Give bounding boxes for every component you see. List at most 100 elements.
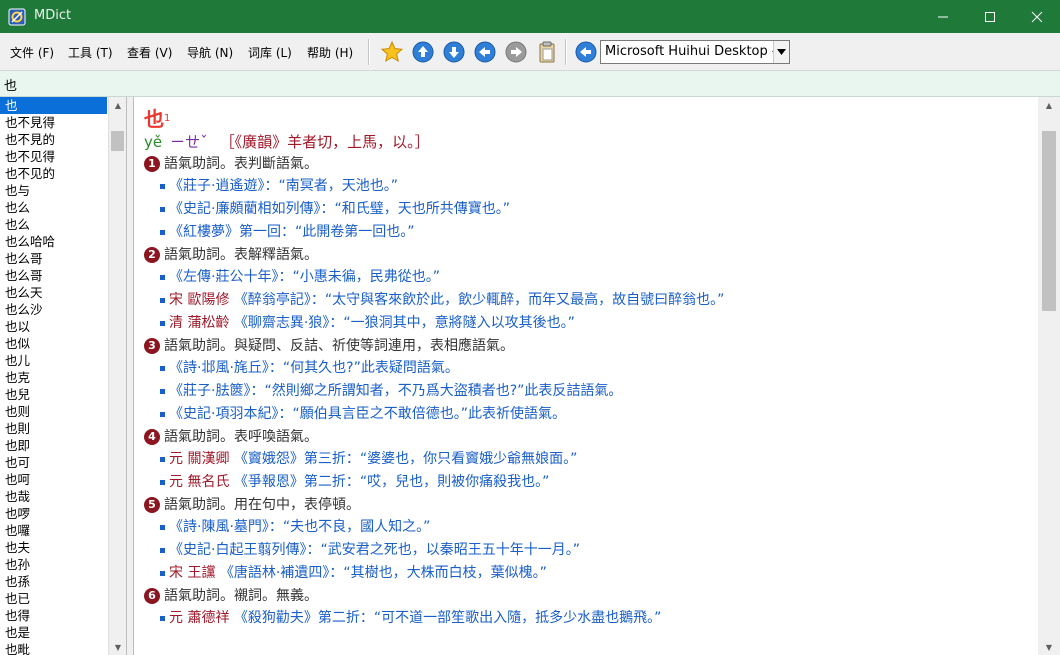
- citation-source[interactable]: 《爭報恩》第二折：: [234, 474, 360, 490]
- word-list-item[interactable]: 也似: [0, 335, 107, 352]
- search-input[interactable]: [4, 74, 1054, 94]
- word-list-item[interactable]: 也不見的: [0, 131, 107, 148]
- title-bar: MDict: [0, 0, 1060, 33]
- word-list-item[interactable]: 也囉: [0, 522, 107, 539]
- mdict-app-icon[interactable]: [8, 8, 26, 26]
- menu-file[interactable]: 文件 (F): [10, 44, 54, 61]
- arrow-up-icon[interactable]: [411, 40, 435, 64]
- word-list-item[interactable]: 也不見得: [0, 114, 107, 131]
- citation-source[interactable]: 《唐語林·補遺四》：: [220, 565, 343, 581]
- word-list-item[interactable]: 也克: [0, 369, 107, 386]
- menu-help[interactable]: 帮助 (H): [307, 44, 353, 61]
- citation-source[interactable]: 《史記·白起王翦列傳》：: [169, 542, 320, 558]
- dictionary-select[interactable]: Microsoft Huihui Desktop - C: [600, 40, 790, 64]
- minimize-button[interactable]: [920, 0, 966, 33]
- close-button[interactable]: [1014, 0, 1060, 33]
- word-list-item[interactable]: 也则: [0, 403, 107, 420]
- word-list-item[interactable]: 也不见的: [0, 165, 107, 182]
- word-list-item[interactable]: 也么天: [0, 284, 107, 301]
- citation-author: 元 關漢卿: [169, 451, 230, 467]
- word-list-item[interactable]: 也孫: [0, 573, 107, 590]
- scrollbar-thumb[interactable]: [1042, 131, 1056, 311]
- arrow-left-icon[interactable]: [473, 40, 497, 64]
- scroll-up-icon[interactable]: ▲: [109, 97, 126, 113]
- menu-library[interactable]: 词库 (L): [248, 44, 292, 61]
- word-list-item[interactable]: 也已: [0, 590, 107, 607]
- word-list-item[interactable]: 也哉: [0, 488, 107, 505]
- menu-view[interactable]: 查看 (V): [127, 44, 172, 61]
- sense-text: 語氣助詞。表呼喚語氣。: [164, 429, 318, 445]
- word-list-item[interactable]: 也毗: [0, 641, 107, 655]
- example-citation: 元 無名氏 《爭報恩》第二折：“哎，兒也，則被你痛殺我也。”: [144, 471, 1039, 494]
- scrollbar-thumb[interactable]: [111, 131, 124, 151]
- word-list-item[interactable]: 也么沙: [0, 301, 107, 318]
- word-list-item[interactable]: 也: [0, 97, 107, 114]
- citation-source[interactable]: 《詩·陳風·墓門》：: [169, 519, 283, 535]
- word-list-item[interactable]: 也即: [0, 437, 107, 454]
- word-list-item[interactable]: 也么: [0, 199, 107, 216]
- menu-tools[interactable]: 工具 (T): [68, 44, 113, 61]
- word-list-item[interactable]: 也可: [0, 454, 107, 471]
- arrow-down-icon[interactable]: [442, 40, 466, 64]
- sense-number-badge: 6: [144, 588, 160, 604]
- word-list-panel: 也也不見得 也不見的 也不见得 也不见的 也与 也么 也么 也么哈哈 也么哥 也么哥 也么天 也么沙也…: [0, 97, 127, 655]
- word-list-item[interactable]: 也与: [0, 182, 107, 199]
- citation-quote: “何其久也?”此表疑問語氣。: [282, 360, 459, 376]
- citation-source[interactable]: 《莊子·胠篋》：: [169, 383, 264, 399]
- speaker-back-icon[interactable]: [574, 40, 598, 64]
- citation-source[interactable]: 《殺狗勸夫》第二折：: [234, 610, 374, 626]
- word-list-item[interactable]: 也不见得: [0, 148, 107, 165]
- word-list-item[interactable]: 也得: [0, 607, 107, 624]
- sense-definition: 3 語氣助詞。與疑問、反詰、祈使等詞連用，表相應語氣。: [144, 335, 1039, 357]
- chevron-down-icon[interactable]: [773, 41, 789, 63]
- word-list-item[interactable]: 也儿: [0, 352, 107, 369]
- arrow-right-icon[interactable]: [504, 40, 528, 64]
- maximize-button[interactable]: [967, 0, 1013, 33]
- bullet-icon: [160, 274, 165, 280]
- headword-text: 也: [144, 107, 164, 131]
- word-list-item[interactable]: 也兒: [0, 386, 107, 403]
- word-list-item[interactable]: 也則: [0, 420, 107, 437]
- scroll-up-icon[interactable]: ▲: [1038, 97, 1060, 113]
- citation-source[interactable]: 《史記·項羽本紀》：: [169, 406, 292, 422]
- word-list-scrollbar[interactable]: ▲ ▼: [108, 97, 126, 655]
- star-icon[interactable]: [380, 40, 404, 64]
- citation-source[interactable]: 《左傳·莊公十年》：: [169, 269, 292, 285]
- citation-source[interactable]: 《史記·廉頗藺相如列傳》：: [169, 201, 334, 217]
- citation-source[interactable]: 《莊子·逍遙遊》：: [169, 178, 278, 194]
- citation-quote: “夫也不良，國人知之。”: [282, 519, 431, 535]
- clipboard-icon[interactable]: [535, 40, 559, 64]
- word-list-item[interactable]: 也孙: [0, 556, 107, 573]
- word-list-item[interactable]: 也是: [0, 624, 107, 641]
- sense-number-badge: 3: [144, 338, 160, 354]
- example-citation: 元 蕭德祥 《殺狗勸夫》第二折：“可不道一部笙歌出入隨，抵多少水盡也鵝飛。”: [144, 607, 1039, 630]
- word-list-item[interactable]: 也啰: [0, 505, 107, 522]
- citation-source[interactable]: 《紅樓夢》第一回：: [169, 224, 295, 240]
- example-citation: 《紅樓夢》第一回：“此開卷第一回也。”: [144, 221, 1039, 244]
- word-list-item[interactable]: 也么哥: [0, 267, 107, 284]
- bullet-icon: [160, 570, 165, 576]
- word-list-item[interactable]: 也么哥: [0, 250, 107, 267]
- dictionary-entry: 也1 yě ㄧㄝˇ ［《廣韻》羊者切，上馬，以。］ 1 語氣助詞。表判斷語氣。 《莊子·…: [144, 107, 1039, 630]
- bullet-icon: [160, 229, 165, 235]
- sense-text: 語氣助詞。用在句中，表停頓。: [164, 497, 360, 513]
- word-list-item[interactable]: 也么哈哈: [0, 233, 107, 250]
- scroll-down-icon[interactable]: ▼: [1038, 639, 1060, 655]
- citation-source[interactable]: 《聊齋志異·狼》：: [234, 315, 343, 331]
- word-list-item[interactable]: 也以: [0, 318, 107, 335]
- search-bar: [0, 71, 1060, 97]
- citation-quote: “和氏璧，天也所共傳寶也。”: [334, 201, 510, 217]
- definition-scrollbar[interactable]: ▲ ▼: [1038, 97, 1060, 655]
- word-list-item[interactable]: 也么: [0, 216, 107, 233]
- citation-quote: “南冥者，天池也。”: [278, 178, 398, 194]
- sense-definition: 4 語氣助詞。表呼喚語氣。: [144, 426, 1039, 448]
- citation-source[interactable]: 《竇娥怨》第三折：: [234, 451, 360, 467]
- word-list-item[interactable]: 也夫: [0, 539, 107, 556]
- menu-navigate[interactable]: 导航 (N): [187, 44, 233, 61]
- word-list-item[interactable]: 也呵: [0, 471, 107, 488]
- citation-source[interactable]: 《醉翁亭記》：: [234, 292, 325, 308]
- citation-source[interactable]: 《詩·邶風·旄丘》：: [169, 360, 283, 376]
- scroll-down-icon[interactable]: ▼: [109, 639, 126, 655]
- citation-quote: “此開卷第一回也。”: [295, 224, 415, 240]
- example-citation: 《詩·陳風·墓門》：“夫也不良，國人知之。”: [144, 516, 1039, 539]
